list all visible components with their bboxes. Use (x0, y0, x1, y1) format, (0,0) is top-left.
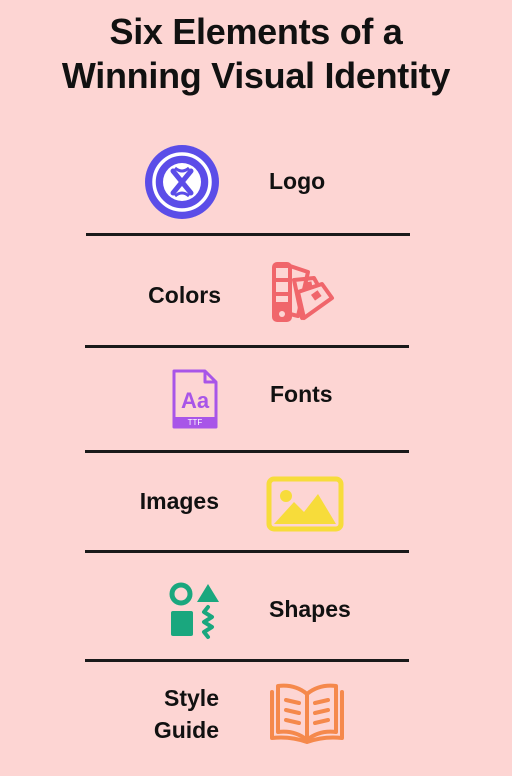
element-label-style-guide-line1: Style (164, 685, 219, 711)
element-row-shapes: Shapes (0, 572, 512, 672)
font-file-icon: Aa TTF (172, 369, 218, 429)
element-row-logo: Logo (0, 140, 512, 240)
shapes-icon (169, 582, 219, 639)
page-title: Six Elements of a Winning Visual Identit… (0, 10, 512, 98)
divider (85, 345, 409, 348)
divider (86, 233, 410, 236)
font-file-icon-badge: TTF (188, 418, 203, 427)
element-label-images: Images (139, 488, 219, 514)
logo-icon (145, 145, 219, 219)
element-label-shapes: Shapes (269, 596, 351, 622)
element-label-style-guide: Style Guide (100, 682, 219, 746)
open-book-icon (270, 683, 344, 744)
divider (85, 659, 409, 662)
title-line-1: Six Elements of a (109, 11, 403, 52)
element-row-fonts: Aa TTF Fonts (0, 362, 512, 462)
divider (85, 550, 409, 553)
element-row-images: Images (0, 468, 512, 568)
element-row-colors: Colors (0, 250, 512, 350)
divider (85, 450, 409, 453)
font-file-icon-text: Aa (181, 388, 210, 413)
image-icon (266, 476, 344, 532)
element-label-style-guide-line2: Guide (153, 717, 219, 743)
title-line-2: Winning Visual Identity (61, 55, 451, 96)
element-label-colors: Colors (148, 282, 221, 308)
element-label-logo: Logo (269, 168, 326, 194)
color-swatches-icon (272, 262, 334, 322)
element-row-style-guide: Style Guide (0, 676, 512, 776)
element-label-fonts: Fonts (270, 381, 333, 407)
